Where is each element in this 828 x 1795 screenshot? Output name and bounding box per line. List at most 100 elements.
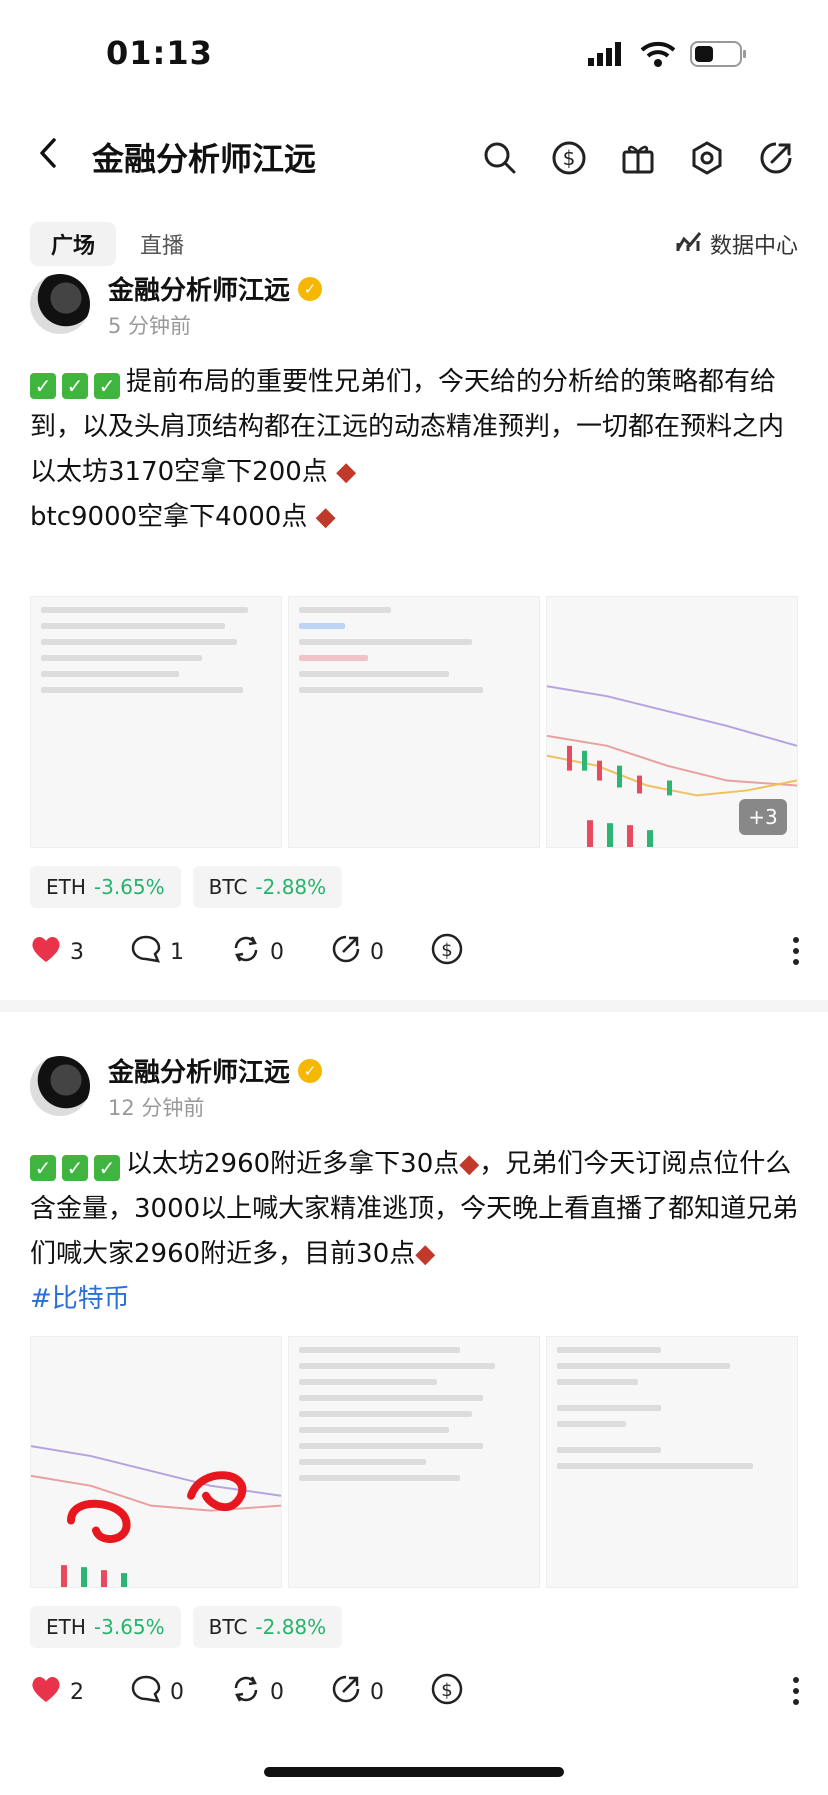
comment-count: 0	[170, 1679, 184, 1705]
like-count: 3	[70, 939, 84, 965]
ticker-symbol: BTC	[208, 1615, 248, 1639]
repost-count: 0	[270, 939, 284, 965]
share-icon	[330, 1674, 362, 1710]
heart-icon	[30, 934, 62, 970]
dollar-icon: $	[430, 1672, 464, 1712]
chart-icon	[676, 229, 702, 259]
repost-icon	[230, 1674, 262, 1710]
image-thumbnail[interactable]	[288, 1336, 540, 1588]
ticker-symbol: ETH	[46, 1615, 86, 1639]
ticker-change: -2.88%	[255, 1615, 327, 1639]
post-author[interactable]: 金融分析师江远 ✓	[108, 270, 323, 307]
post-images[interactable]	[30, 1336, 798, 1588]
share-icon	[330, 934, 362, 970]
checkmark-icon: ✓	[30, 373, 56, 399]
comment-button[interactable]: 1	[130, 934, 184, 970]
tip-button[interactable]: $	[430, 932, 464, 972]
ticker-chip-eth[interactable]: ETH -3.65%	[30, 866, 181, 908]
back-icon[interactable]	[36, 138, 62, 168]
meat-emoji-icon: ◆	[336, 457, 357, 487]
post-text-line: 以太坊3170空拿下200点	[30, 457, 328, 487]
share-icon[interactable]	[758, 140, 794, 176]
wifi-icon	[640, 40, 676, 72]
checkmark-icon: ✓	[30, 1155, 56, 1181]
post-time: 5 分钟前	[108, 314, 192, 338]
post-text: ✓ ✓ ✓ 提前布局的重要性兄弟们，今天给的分析给的策略都有给到，以及头肩顶结构都在江…	[30, 360, 800, 540]
image-thumbnail[interactable]	[30, 596, 282, 848]
verified-icon: ✓	[298, 276, 323, 301]
status-time: 01:13	[106, 34, 213, 72]
tab-plaza[interactable]: 广场	[30, 222, 116, 266]
post-text-line: btc9000空拿下4000点	[30, 502, 308, 532]
svg-text:$: $	[441, 1680, 452, 1701]
settings-icon[interactable]	[689, 140, 725, 176]
checkmark-icon: ✓	[62, 1155, 88, 1181]
avatar[interactable]	[30, 1056, 90, 1116]
author-name: 金融分析师江远	[108, 1058, 291, 1088]
post-text-line: 以太坊2960附近多拿下30点	[126, 1149, 460, 1179]
comment-button[interactable]: 0	[130, 1674, 184, 1710]
checkmark-icon: ✓	[62, 373, 88, 399]
post-text-line: 提前布局的重要性兄弟们，今天给的分析给的策略都有给到，以及头肩顶结构都在江远的动…	[30, 367, 785, 442]
svg-text:$: $	[563, 146, 576, 170]
share-button[interactable]: 0	[330, 1674, 384, 1710]
post-actions: 2 0 0 0 $	[30, 1672, 800, 1712]
checkmark-icon: ✓	[94, 373, 120, 399]
comment-icon	[130, 934, 162, 970]
gift-icon[interactable]	[620, 140, 656, 176]
post-images[interactable]: +3	[30, 596, 798, 848]
comment-icon	[130, 1674, 162, 1710]
post-actions: 3 1 0 0 $	[30, 932, 800, 972]
image-thumbnail[interactable]: +3	[546, 596, 798, 848]
image-thumbnail[interactable]	[546, 1336, 798, 1588]
repost-button[interactable]: 0	[230, 934, 284, 970]
like-count: 2	[70, 1679, 84, 1705]
tab-live[interactable]: 直播	[140, 222, 184, 266]
repost-count: 0	[270, 1679, 284, 1705]
hashtag-link[interactable]: #比特币	[30, 1284, 130, 1314]
avatar[interactable]	[30, 274, 90, 334]
image-thumbnail[interactable]	[30, 1336, 282, 1588]
checkmark-icon: ✓	[94, 1155, 120, 1181]
share-button[interactable]: 0	[330, 934, 384, 970]
ticker-chip-eth[interactable]: ETH -3.65%	[30, 1606, 181, 1648]
ticker-change: -3.65%	[93, 1615, 165, 1639]
page-title: 金融分析师江远	[92, 140, 317, 178]
ticker-change: -3.65%	[93, 875, 165, 899]
dollar-icon: $	[430, 932, 464, 972]
ticker-chips: ETH -3.65% BTC -2.88%	[30, 1606, 343, 1648]
image-thumbnail[interactable]	[288, 596, 540, 848]
like-button[interactable]: 3	[30, 934, 84, 970]
home-indicator[interactable]	[264, 1767, 564, 1777]
ticker-symbol: ETH	[46, 875, 86, 899]
post-divider	[0, 1000, 828, 1012]
ticker-change: -2.88%	[255, 875, 327, 899]
share-count: 0	[370, 1679, 384, 1705]
svg-text:$: $	[441, 940, 452, 961]
author-name: 金融分析师江远	[108, 276, 291, 306]
post-author[interactable]: 金融分析师江远 ✓	[108, 1052, 323, 1089]
dollar-icon[interactable]: $	[551, 140, 587, 176]
signal-icon	[588, 42, 624, 70]
meat-emoji-icon: ◆	[315, 502, 336, 532]
meat-emoji-icon: ◆	[415, 1239, 436, 1269]
meat-emoji-icon: ◆	[459, 1149, 480, 1179]
more-images-badge[interactable]: +3	[739, 799, 787, 835]
data-center-link[interactable]: 数据中心	[676, 226, 798, 262]
more-icon[interactable]	[792, 936, 800, 970]
repost-button[interactable]: 0	[230, 1674, 284, 1710]
like-button[interactable]: 2	[30, 1674, 84, 1710]
repost-icon	[230, 934, 262, 970]
share-count: 0	[370, 939, 384, 965]
ticker-chip-btc[interactable]: BTC -2.88%	[192, 866, 343, 908]
ticker-chip-btc[interactable]: BTC -2.88%	[192, 1606, 343, 1648]
battery-icon	[690, 40, 748, 72]
search-icon[interactable]	[482, 140, 518, 176]
heart-icon	[30, 1674, 62, 1710]
post-text: ✓ ✓ ✓ 以太坊2960附近多拿下30点◆，兄弟们今天订阅点位什么含金量，3000以…	[30, 1142, 800, 1322]
tip-button[interactable]: $	[430, 1672, 464, 1712]
ticker-symbol: BTC	[208, 875, 248, 899]
comment-count: 1	[170, 939, 184, 965]
ticker-chips: ETH -3.65% BTC -2.88%	[30, 866, 343, 908]
more-icon[interactable]	[792, 1676, 800, 1710]
